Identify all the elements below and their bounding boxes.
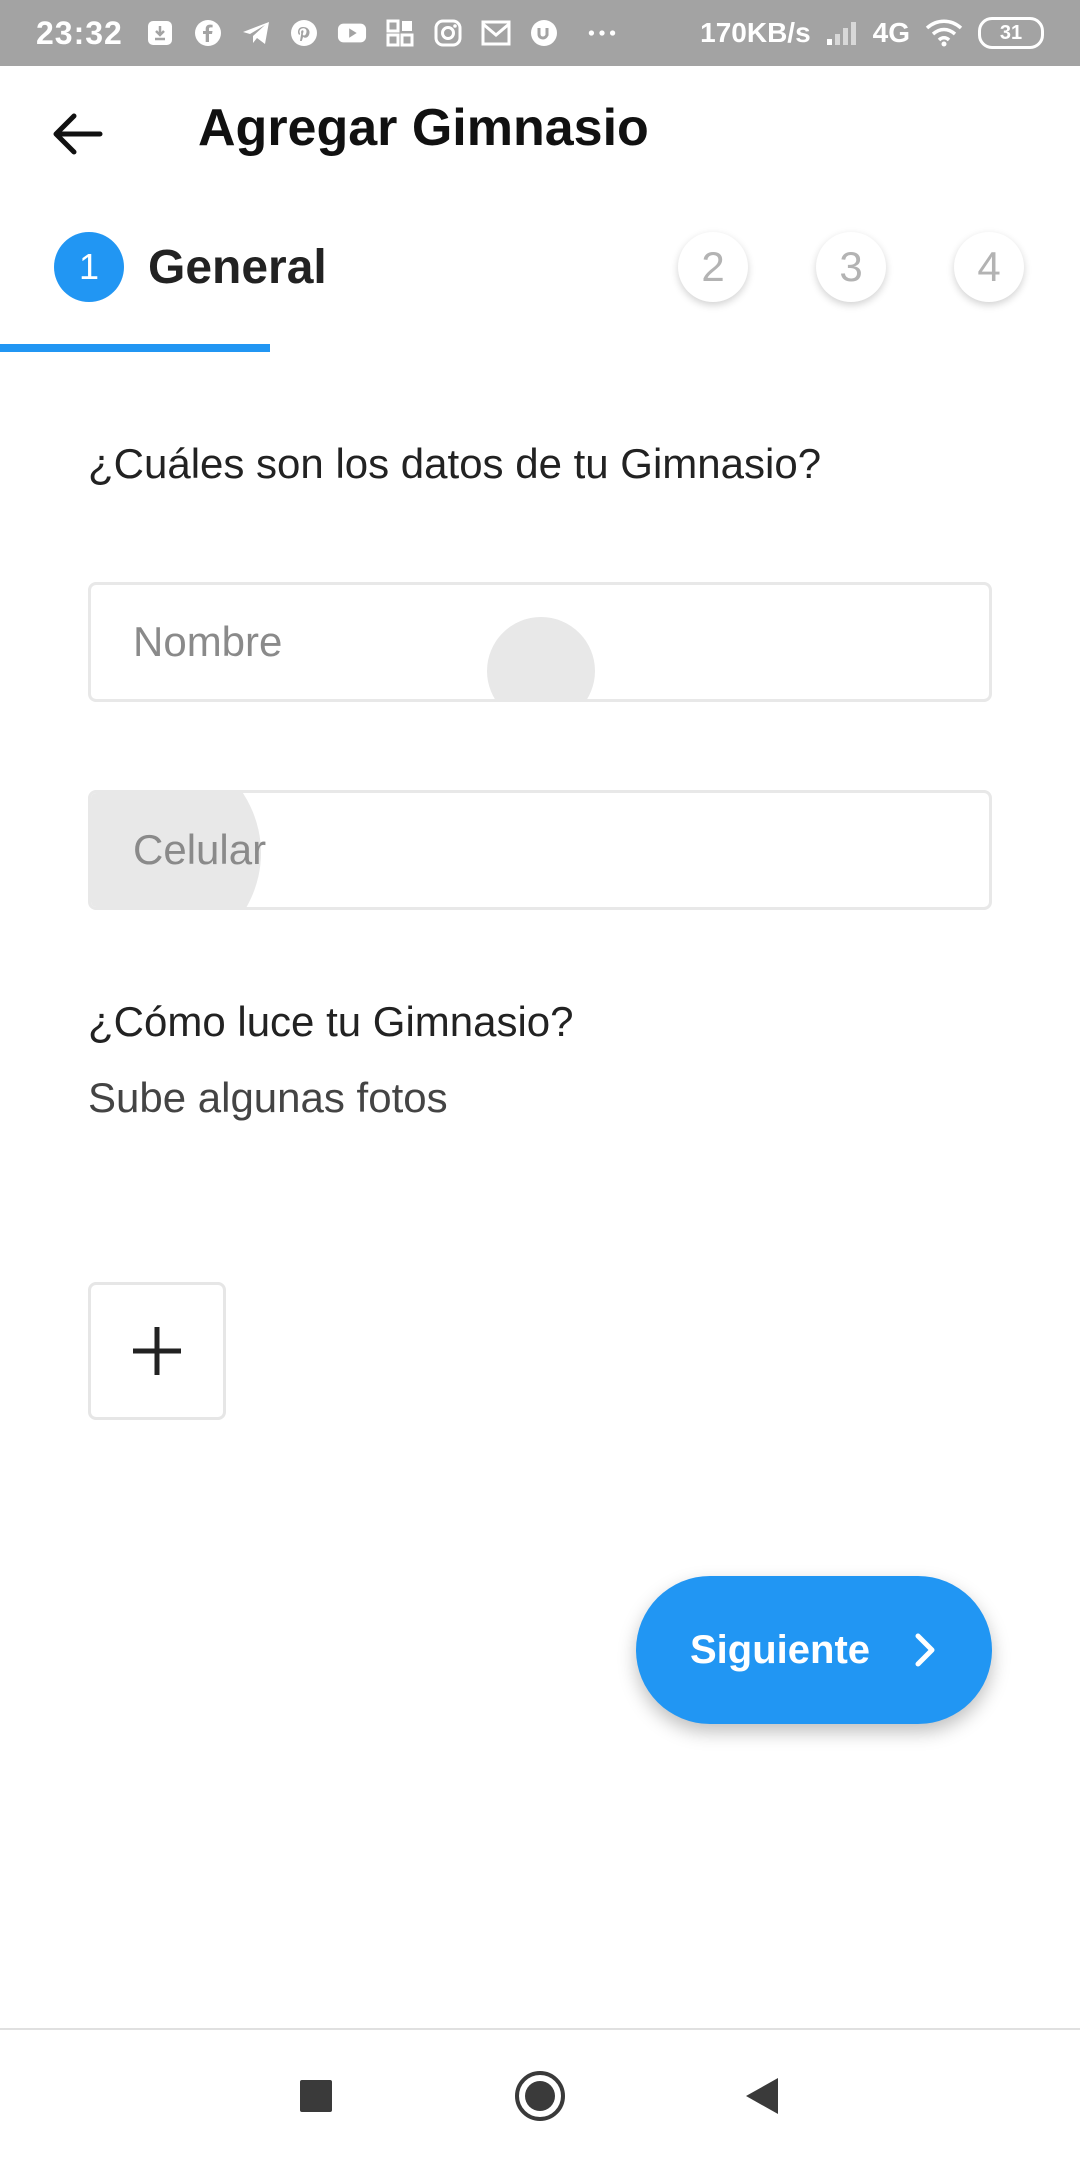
name-field[interactable] <box>88 582 992 702</box>
back-button[interactable] <box>40 96 116 172</box>
pinterest-icon <box>289 18 319 48</box>
status-right: 170KB/s 4G 31 <box>700 17 1044 49</box>
page-title: Agregar Gimnasio <box>198 99 649 157</box>
gym-data-question: ¿Cuáles son los datos de tu Gimnasio? <box>88 440 822 487</box>
instagram-icon <box>433 18 463 48</box>
back-nav-button[interactable] <box>732 2066 792 2126</box>
mail-icon <box>481 18 511 48</box>
circle-icon <box>515 2071 565 2121</box>
triangle-back-icon <box>746 2078 778 2114</box>
network-type: 4G <box>872 17 910 48</box>
step-4-circle[interactable]: 4 <box>954 232 1024 302</box>
step-3-circle[interactable]: 3 <box>816 232 886 302</box>
step-1-circle: 1 <box>54 232 124 302</box>
step-2-circle[interactable]: 2 <box>678 232 748 302</box>
add-photo-button[interactable] <box>88 1282 226 1420</box>
wifi-icon <box>924 18 964 48</box>
more-dots-icon <box>587 18 617 48</box>
phone-field[interactable] <box>88 790 992 910</box>
next-button[interactable]: Siguiente <box>636 1576 992 1724</box>
app-u-icon <box>529 18 559 48</box>
square-icon <box>300 2080 332 2112</box>
telegram-icon <box>241 18 271 48</box>
system-nav-bar <box>0 2028 1080 2160</box>
step-1-tab[interactable]: 1 General <box>54 232 327 302</box>
network-speed: 170KB/s <box>700 17 811 48</box>
facebook-icon <box>193 18 223 48</box>
phone-input[interactable] <box>131 825 989 875</box>
status-time: 23:32 <box>36 14 123 51</box>
youtube-icon <box>337 18 367 48</box>
step-1-label: General <box>148 240 327 294</box>
name-input[interactable] <box>131 617 989 667</box>
arrow-left-icon <box>53 113 103 155</box>
plus-icon <box>133 1327 181 1375</box>
photos-section-subtitle: Sube algunas fotos <box>88 1074 448 1121</box>
battery-indicator: 31 <box>978 17 1044 49</box>
app-bar: Agregar Gimnasio <box>0 66 1080 196</box>
stepper: 1 General 2 3 4 <box>0 196 1080 352</box>
apps-icon <box>385 18 415 48</box>
recents-button[interactable] <box>286 2066 346 2126</box>
chevron-right-icon <box>914 1632 938 1668</box>
notification-icons <box>145 18 617 48</box>
home-button[interactable] <box>510 2066 570 2126</box>
photos-section-title: ¿Cómo luce tu Gimnasio? <box>88 998 574 1045</box>
download-icon <box>145 18 175 48</box>
next-button-label: Siguiente <box>689 1627 871 1672</box>
signal-icon <box>825 18 859 48</box>
active-step-indicator <box>0 344 270 352</box>
status-bar: 23:32 170KB/s 4G 31 <box>0 0 1080 66</box>
